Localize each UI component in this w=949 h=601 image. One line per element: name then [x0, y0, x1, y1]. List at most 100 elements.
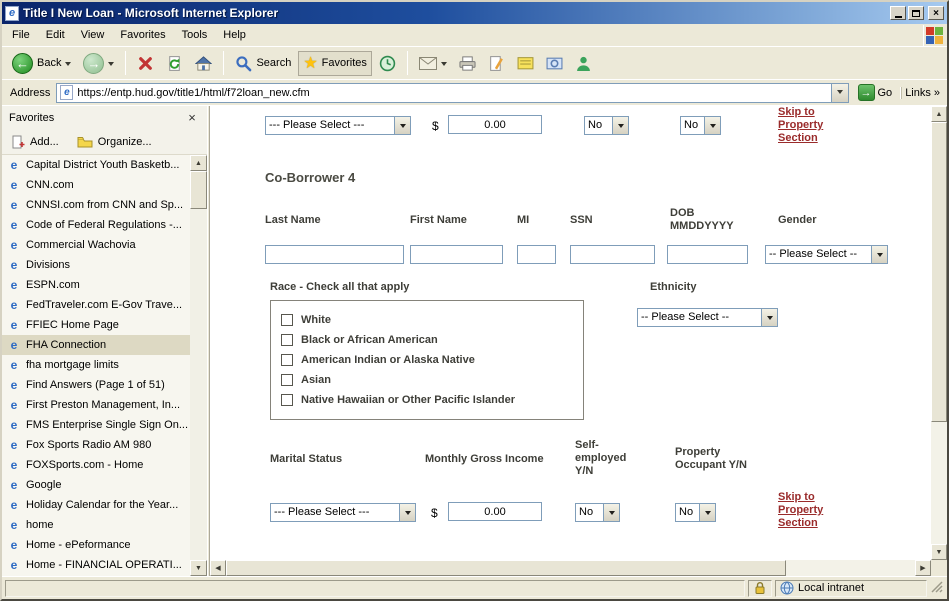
favorite-item[interactable]: eHome - ePeformance [2, 535, 190, 555]
print-button[interactable] [454, 51, 481, 76]
organize-favorites-button[interactable]: Organize... [77, 136, 152, 148]
favorite-item[interactable]: eCode of Federal Regulations -... [2, 215, 190, 235]
scroll-up-button[interactable]: ▲ [190, 155, 207, 171]
favorite-item[interactable]: efha mortgage limits [2, 355, 190, 375]
marital-status-select-top[interactable]: --- Please Select --- [265, 116, 411, 135]
history-button[interactable] [374, 51, 401, 76]
favorite-item[interactable]: eDivisions [2, 255, 190, 275]
scrollbar-thumb[interactable] [226, 560, 786, 576]
ethnicity-select[interactable]: -- Please Select -- [637, 308, 778, 327]
ssn-input[interactable] [570, 245, 655, 264]
minimize-button[interactable] [890, 6, 906, 20]
chevron-down-icon[interactable] [704, 117, 720, 134]
skip-to-property-link[interactable]: Skip to Property Section [778, 491, 842, 530]
marital-status-select[interactable]: --- Please Select --- [270, 503, 416, 522]
vertical-scrollbar[interactable]: ▲ ▼ [931, 106, 947, 560]
monthly-income-input[interactable] [448, 502, 542, 521]
favorites-scrollbar[interactable]: ▲ ▼ [190, 155, 207, 576]
checkbox-icon[interactable] [281, 314, 293, 326]
scrollbar-thumb[interactable] [931, 122, 947, 422]
scroll-down-button[interactable]: ▼ [190, 560, 207, 576]
favorite-item[interactable]: eCapital District Youth Basketb... [2, 155, 190, 175]
race-option[interactable]: White [281, 310, 583, 330]
property-occupant-select[interactable]: No [675, 503, 716, 522]
back-button[interactable]: ← Back [7, 49, 76, 78]
research-button[interactable] [541, 51, 568, 76]
dob-input[interactable] [667, 245, 748, 264]
property-occupant-select-top[interactable]: No [680, 116, 721, 135]
chevron-down-icon[interactable] [612, 117, 628, 134]
back-dropdown-icon[interactable] [65, 62, 71, 69]
chevron-down-icon[interactable] [399, 504, 415, 521]
scroll-up-button[interactable]: ▲ [931, 106, 947, 122]
edit-button[interactable] [483, 51, 510, 76]
self-employed-select-top[interactable]: No [584, 116, 629, 135]
checkbox-icon[interactable] [281, 354, 293, 366]
messenger-button[interactable] [570, 51, 597, 76]
favorite-item[interactable]: eHome - FINANCIAL OPERATI... [2, 555, 190, 575]
self-employed-select[interactable]: No [575, 503, 620, 522]
race-option[interactable]: Native Hawaiian or Other Pacific Islande… [281, 390, 583, 410]
scroll-left-button[interactable]: ◀ [210, 560, 226, 576]
favorite-item[interactable]: eFFIEC Home Page [2, 315, 190, 335]
search-button[interactable]: Search [230, 51, 296, 76]
menu-file[interactable]: File [4, 26, 38, 44]
stop-button[interactable] [132, 51, 159, 76]
horizontal-scrollbar[interactable]: ◀ ▶ [210, 560, 931, 576]
checkbox-icon[interactable] [281, 334, 293, 346]
monthly-income-input-top[interactable] [448, 115, 542, 134]
favorite-item[interactable]: eFedTraveler.com E-Gov Trave... [2, 295, 190, 315]
favorite-item[interactable]: eCNN.com [2, 175, 190, 195]
discuss-button[interactable] [512, 51, 539, 76]
add-favorite-button[interactable]: Add... [11, 135, 59, 149]
race-option[interactable]: Black or African American [281, 330, 583, 350]
mi-input[interactable] [517, 245, 556, 264]
chevron-down-icon[interactable] [761, 309, 777, 326]
checkbox-icon[interactable] [281, 394, 293, 406]
favorite-item[interactable]: eCNNSI.com from CNN and Sp... [2, 195, 190, 215]
close-button[interactable]: × [928, 6, 944, 20]
scrollbar-thumb[interactable] [190, 171, 207, 209]
address-input[interactable]: e https://entp.hud.gov/title1/html/f72lo… [56, 83, 848, 103]
favorite-item[interactable]: eFox Sports Radio AM 980 [2, 435, 190, 455]
refresh-button[interactable] [161, 51, 188, 76]
resize-grip[interactable] [930, 580, 944, 597]
chevron-down-icon[interactable] [699, 504, 715, 521]
go-button[interactable]: → Go [855, 84, 896, 101]
address-dropdown-button[interactable] [831, 84, 848, 102]
favorite-item[interactable]: eFirst Preston Management, In... [2, 395, 190, 415]
links-toolbar[interactable]: Links » [901, 87, 943, 99]
favorite-item[interactable]: eFOXSports.com - Home [2, 455, 190, 475]
forward-dropdown-icon[interactable] [108, 62, 114, 69]
menu-edit[interactable]: Edit [38, 26, 73, 44]
favorite-item[interactable]: eFind Answers (Page 1 of 51) [2, 375, 190, 395]
gender-select[interactable]: -- Please Select -- [765, 245, 888, 264]
menu-help[interactable]: Help [215, 26, 254, 44]
favorite-item[interactable]: eHoliday Calendar for the Year... [2, 495, 190, 515]
favorites-close-button[interactable]: × [184, 111, 200, 126]
favorite-item[interactable]: eCommercial Wachovia [2, 235, 190, 255]
checkbox-icon[interactable] [281, 374, 293, 386]
menu-tools[interactable]: Tools [174, 26, 216, 44]
home-button[interactable] [190, 51, 217, 76]
favorite-item[interactable]: ehome [2, 515, 190, 535]
favorites-button[interactable]: ★ Favorites [298, 51, 372, 76]
race-option[interactable]: American Indian or Alaska Native [281, 350, 583, 370]
chevron-down-icon[interactable] [871, 246, 887, 263]
first-name-input[interactable] [410, 245, 503, 264]
favorite-item[interactable]: eFMS Enterprise Single Sign On... [2, 415, 190, 435]
race-option[interactable]: Asian [281, 370, 583, 390]
skip-to-property-link-top[interactable]: Skip to Property Section [778, 106, 842, 145]
last-name-input[interactable] [265, 245, 404, 264]
maximize-button[interactable] [908, 6, 924, 20]
links-chevron-icon[interactable]: » [934, 87, 940, 99]
mail-dropdown-icon[interactable] [441, 62, 447, 69]
favorite-item[interactable]: eGoogle [2, 475, 190, 495]
mail-button[interactable] [414, 53, 452, 74]
favorite-item[interactable]: eESPN.com [2, 275, 190, 295]
menu-favorites[interactable]: Favorites [112, 26, 173, 44]
menu-view[interactable]: View [73, 26, 113, 44]
scroll-down-button[interactable]: ▼ [931, 544, 947, 560]
scroll-right-button[interactable]: ▶ [915, 560, 931, 576]
chevron-down-icon[interactable] [394, 117, 410, 134]
